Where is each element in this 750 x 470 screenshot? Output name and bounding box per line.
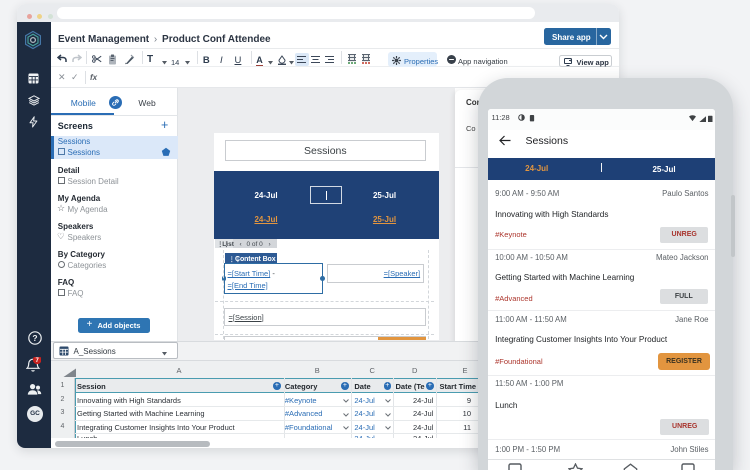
svg-text:?: ? <box>32 333 37 343</box>
